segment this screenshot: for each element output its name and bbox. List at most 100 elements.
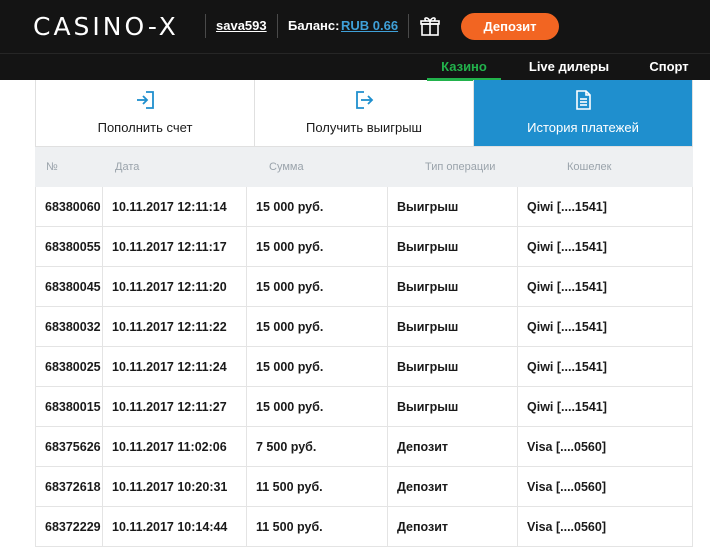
col-amount: Сумма (269, 161, 304, 173)
column-divider (692, 267, 693, 306)
cell-wallet: Visa [....0560] (527, 480, 606, 494)
cell-amount: 11 500 руб. (256, 520, 323, 534)
column-divider (387, 427, 388, 466)
cell-amount: 15 000 руб. (256, 280, 324, 294)
casino-logo[interactable]: CASINO-X (33, 13, 179, 41)
column-divider (102, 307, 103, 346)
column-divider (35, 307, 36, 346)
column-divider (517, 387, 518, 426)
cell-date: 10.11.2017 12:11:20 (112, 280, 227, 294)
table-row: 68380060 10.11.2017 12:11:14 15 000 руб. Вы… (35, 187, 693, 227)
cell-operation-type: Выигрыш (397, 280, 459, 294)
nav-casino[interactable]: Казино (427, 54, 501, 81)
payment-history-tab[interactable]: История платежей (474, 80, 692, 146)
cell-wallet: Visa [....0560] (527, 440, 606, 454)
column-divider (35, 347, 36, 386)
cell-number: 68375626 (45, 440, 101, 454)
column-divider (692, 307, 693, 346)
column-divider (387, 307, 388, 346)
column-divider (102, 427, 103, 466)
document-icon (576, 90, 591, 110)
cell-date: 10.11.2017 12:11:17 (112, 240, 227, 254)
divider (277, 14, 278, 38)
deposit-tab-label: Пополнить счет (97, 120, 193, 135)
cell-date: 10.11.2017 10:14:44 (112, 520, 228, 534)
cell-operation-type: Выигрыш (397, 320, 459, 334)
column-divider (517, 227, 518, 266)
column-divider (517, 187, 518, 226)
col-wallet: Кошелек (567, 161, 612, 173)
cell-number: 68380055 (45, 240, 101, 254)
column-divider (517, 507, 518, 546)
table-row: 68380015 10.11.2017 12:11:27 15 000 руб. Вы… (35, 387, 693, 427)
column-divider (517, 267, 518, 306)
column-divider (387, 227, 388, 266)
cell-wallet: Qiwi [....1541] (527, 240, 607, 254)
column-divider (35, 507, 36, 546)
cell-operation-type: Выигрыш (397, 240, 459, 254)
column-divider (102, 267, 103, 306)
gift-icon[interactable] (419, 15, 441, 37)
cell-number: 68380015 (45, 400, 101, 414)
cell-date: 10.11.2017 10:20:31 (112, 480, 228, 494)
column-divider (246, 507, 247, 546)
cell-amount: 7 500 руб. (256, 440, 317, 454)
column-divider (246, 427, 247, 466)
main-nav: Казино Live дилеры Спорт (0, 53, 710, 81)
cell-date: 10.11.2017 12:11:22 (112, 320, 227, 334)
col-number: № (46, 161, 58, 173)
cell-amount: 15 000 руб. (256, 240, 324, 254)
username-link[interactable]: sava593 (216, 18, 267, 34)
column-divider (35, 267, 36, 306)
column-divider (692, 467, 693, 506)
nav-live-dealers[interactable]: Live дилеры (516, 54, 622, 81)
cell-number: 68380032 (45, 320, 101, 334)
withdraw-tab[interactable]: Получить выигрыш (255, 80, 474, 146)
table-row: 68372229 10.11.2017 10:14:44 11 500 руб. Де… (35, 507, 693, 547)
logout-icon (356, 91, 374, 109)
column-divider (692, 347, 693, 386)
column-divider (692, 427, 693, 466)
payment-actions: Пополнить счет Получить выигрыш История … (35, 80, 693, 147)
column-divider (517, 427, 518, 466)
cell-amount: 15 000 руб. (256, 320, 324, 334)
table-body: 68380060 10.11.2017 12:11:14 15 000 руб. Вы… (35, 187, 693, 547)
column-divider (102, 387, 103, 426)
cell-number: 68380045 (45, 280, 101, 294)
cell-wallet: Qiwi [....1541] (527, 320, 607, 334)
divider (205, 14, 206, 38)
table-row: 68380032 10.11.2017 12:11:22 15 000 руб. Вы… (35, 307, 693, 347)
column-divider (246, 387, 247, 426)
balance-value-link[interactable]: RUB 0.66 (341, 18, 398, 34)
column-divider (692, 387, 693, 426)
table-row: 68380045 10.11.2017 12:11:20 15 000 руб. Вы… (35, 267, 693, 307)
cell-amount: 15 000 руб. (256, 200, 324, 214)
cell-wallet: Qiwi [....1541] (527, 400, 607, 414)
column-divider (387, 267, 388, 306)
column-divider (102, 507, 103, 546)
deposit-tab[interactable]: Пополнить счет (36, 80, 255, 146)
cell-operation-type: Депозит (397, 520, 449, 534)
payment-history-tab-label: История платежей (527, 120, 639, 135)
cell-amount: 15 000 руб. (256, 400, 324, 414)
cell-wallet: Qiwi [....1541] (527, 360, 607, 374)
column-divider (246, 267, 247, 306)
column-divider (387, 507, 388, 546)
column-divider (692, 187, 693, 226)
cell-operation-type: Выигрыш (397, 400, 459, 414)
column-divider (246, 307, 247, 346)
table-row: 68372618 10.11.2017 10:20:31 11 500 руб. Де… (35, 467, 693, 507)
cell-wallet: Qiwi [....1541] (527, 280, 607, 294)
cell-date: 10.11.2017 11:02:06 (112, 440, 227, 454)
payment-history-table: № Дата Сумма Тип операции Кошелек 683800… (35, 147, 693, 547)
column-divider (692, 227, 693, 266)
table-row: 68375626 10.11.2017 11:02:06 7 500 руб. Деп… (35, 427, 693, 467)
deposit-button[interactable]: Депозит (461, 13, 559, 40)
cell-operation-type: Депозит (397, 480, 449, 494)
nav-sport[interactable]: Спорт (638, 54, 700, 81)
column-divider (387, 387, 388, 426)
column-divider (246, 467, 247, 506)
table-row: 68380025 10.11.2017 12:11:24 15 000 руб. Вы… (35, 347, 693, 387)
login-icon (137, 91, 154, 109)
cell-number: 68380060 (45, 200, 101, 214)
